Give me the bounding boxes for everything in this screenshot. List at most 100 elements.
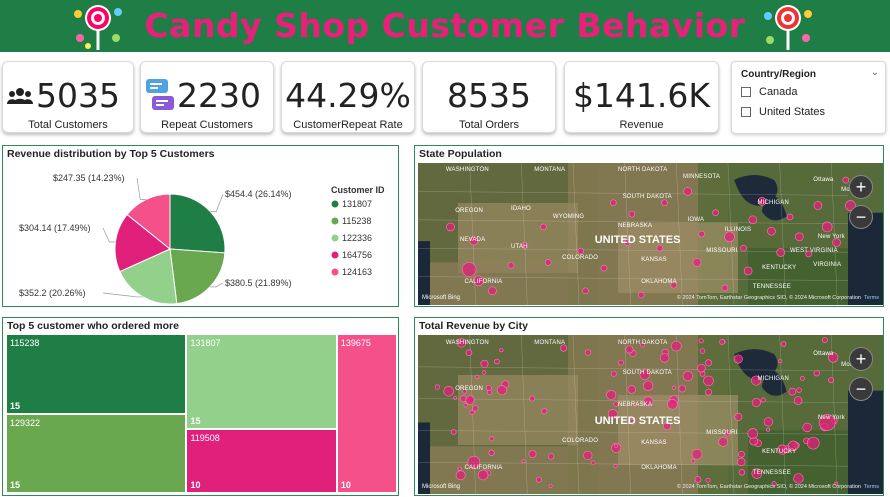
map-bubble[interactable] — [780, 341, 787, 347]
map-bubble[interactable] — [628, 210, 636, 218]
map-bubble[interactable] — [613, 464, 618, 469]
legend-item-164756[interactable]: 164756 — [342, 250, 372, 260]
map-bubble[interactable] — [521, 459, 526, 464]
map-bubble[interactable] — [461, 262, 477, 277]
treemap-cell-131807[interactable]: 131807 15 — [187, 335, 336, 429]
map-bubble[interactable] — [793, 473, 804, 484]
treemap-cell-115238[interactable]: 115238 15 — [7, 335, 186, 413]
map-bubble[interactable] — [747, 428, 759, 439]
map-bubble[interactable] — [691, 459, 696, 464]
map-bubble[interactable] — [485, 384, 492, 391]
map-bubble[interactable] — [705, 359, 713, 367]
map-bubble[interactable] — [627, 385, 636, 394]
map-bubble[interactable] — [547, 453, 555, 460]
map-bubble[interactable] — [743, 266, 753, 276]
map-bubble[interactable] — [499, 347, 504, 353]
zoom-in-button[interactable]: + — [849, 175, 873, 199]
terms-link[interactable]: Terms — [864, 295, 879, 301]
map-bubble[interactable] — [694, 476, 702, 483]
map-bubble[interactable] — [842, 176, 850, 184]
map-bubble[interactable] — [683, 187, 693, 196]
map-bubble[interactable] — [691, 448, 703, 460]
map-bubble[interactable] — [793, 396, 803, 405]
map-bubble[interactable] — [721, 284, 729, 292]
map-bubble[interactable] — [763, 417, 773, 427]
map-bubble[interactable] — [457, 466, 462, 471]
map-bubble[interactable] — [800, 376, 805, 381]
map-bubble[interactable] — [497, 385, 507, 396]
map-bubble[interactable] — [446, 222, 455, 232]
map-bubble[interactable] — [767, 226, 776, 236]
pie-slice-115238[interactable] — [169, 248, 226, 304]
map-bubble[interactable] — [734, 412, 743, 421]
map-bubble[interactable] — [610, 370, 617, 377]
map-bubble[interactable] — [472, 405, 479, 412]
treemap-cell-119508[interactable]: 119508 10 — [187, 430, 336, 492]
map-bubble[interactable] — [776, 248, 786, 257]
map-bubble[interactable] — [482, 370, 487, 375]
map-bubble[interactable] — [642, 380, 654, 391]
map-bubble[interactable] — [788, 387, 797, 396]
map-bubble[interactable] — [583, 450, 593, 461]
map-bubble[interactable] — [703, 375, 714, 387]
map-bubble[interactable] — [699, 348, 706, 354]
map-bubble[interactable] — [806, 436, 820, 450]
map-bubble[interactable] — [698, 230, 705, 238]
map-bubble[interactable] — [738, 450, 745, 458]
map-bubble[interactable] — [778, 359, 783, 364]
map-bubble[interactable] — [656, 244, 664, 252]
map-bubble[interactable] — [659, 353, 670, 363]
terms-link[interactable]: Terms — [864, 484, 879, 490]
map-bubble[interactable] — [465, 349, 473, 356]
map-bubble[interactable] — [443, 386, 454, 397]
map-bubble[interactable] — [667, 399, 678, 410]
map-bubble[interactable] — [494, 358, 500, 365]
legend-item-131807[interactable]: 131807 — [342, 199, 372, 209]
map-bubble[interactable] — [796, 387, 802, 393]
map-bubble[interactable] — [738, 469, 746, 476]
map-bubble[interactable] — [548, 483, 553, 488]
legend-item-115238[interactable]: 115238 — [342, 216, 371, 226]
map-bubble[interactable] — [748, 215, 758, 225]
map-bubble[interactable] — [821, 337, 828, 343]
map-bubble[interactable] — [813, 370, 820, 377]
map-bubble[interactable] — [625, 345, 634, 354]
map-bubble[interactable] — [733, 354, 743, 364]
map-bubble[interactable] — [480, 359, 489, 368]
map-bubble[interactable] — [455, 470, 466, 481]
map-bubble[interactable] — [488, 286, 497, 296]
slicer-option-united-states[interactable]: United States — [741, 106, 825, 118]
map-bubble[interactable] — [698, 338, 704, 344]
map-bubble[interactable] — [682, 370, 693, 382]
map-bubble[interactable] — [577, 247, 585, 255]
map-bubble[interactable] — [712, 209, 719, 217]
treemap-cell-139675[interactable]: 139675 10 — [337, 335, 396, 492]
map-bubble[interactable] — [678, 384, 686, 393]
map-bubble[interactable] — [802, 422, 812, 433]
map-bubble[interactable] — [766, 427, 771, 432]
map-bubble[interactable] — [544, 259, 552, 266]
legend-item-124163[interactable]: 124163 — [342, 267, 372, 277]
map-bubble[interactable] — [535, 476, 542, 483]
map-bubble[interactable] — [828, 377, 834, 384]
checkbox[interactable] — [741, 107, 751, 117]
legend-item-122336[interactable]: 122336 — [342, 233, 372, 243]
map-bubble[interactable] — [582, 287, 589, 295]
map-bubble[interactable] — [821, 221, 833, 233]
map-bubble[interactable] — [434, 384, 440, 390]
map-bubble[interactable] — [705, 388, 712, 396]
map-bubble[interactable] — [486, 389, 493, 396]
map-bubble[interactable] — [637, 291, 645, 299]
map-bubble[interactable] — [584, 349, 592, 356]
map-bubble[interactable] — [600, 264, 608, 272]
map-bubble[interactable] — [786, 213, 794, 221]
zoom-out-button[interactable]: − — [849, 377, 873, 401]
map-bubble[interactable] — [751, 398, 761, 407]
slicer-option-canada[interactable]: Canada — [741, 86, 798, 98]
map-bubble[interactable] — [613, 443, 618, 448]
map-bubble[interactable] — [528, 450, 537, 459]
map-bubble[interactable] — [453, 396, 458, 400]
map-bubble[interactable] — [610, 199, 617, 207]
chevron-down-icon[interactable]: ⌄ — [871, 67, 879, 78]
map-bubble[interactable] — [590, 460, 596, 466]
